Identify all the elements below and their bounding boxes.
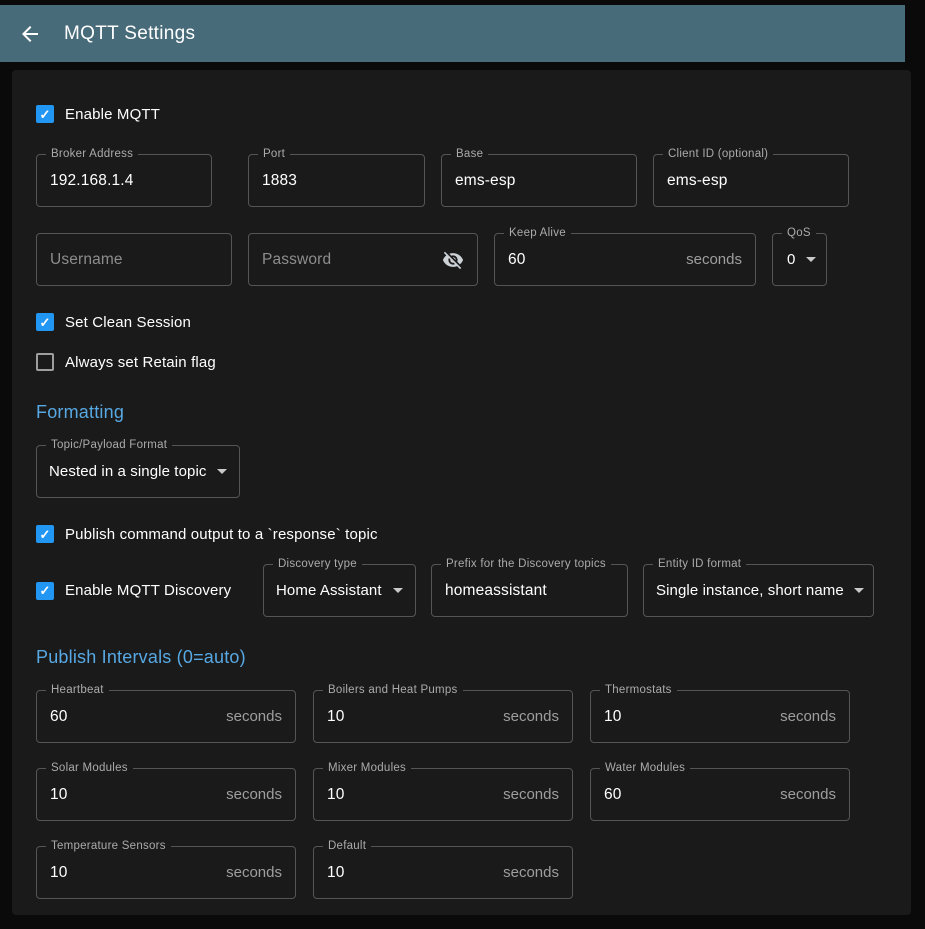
checkbox-icon bbox=[36, 582, 54, 600]
keep-alive-input[interactable] bbox=[508, 251, 678, 269]
publish-intervals-grid: Heartbeat seconds Boilers and Heat Pumps… bbox=[36, 690, 887, 899]
unit-suffix: seconds bbox=[503, 786, 559, 803]
selected-value: Single instance, short name bbox=[656, 582, 844, 599]
checkbox-label: Enable MQTT bbox=[65, 106, 160, 123]
interval-field-temperature-sensors: Temperature Sensors seconds bbox=[36, 846, 296, 899]
unit-suffix: seconds bbox=[780, 708, 836, 725]
app-bar: MQTT Settings bbox=[0, 5, 905, 62]
port-input[interactable] bbox=[262, 172, 411, 190]
field-label: Prefix for the Discovery topics bbox=[441, 558, 611, 570]
field-label: Entity ID format bbox=[653, 558, 746, 570]
entity-id-format-select[interactable]: Entity ID format Single instance, short … bbox=[643, 564, 874, 617]
enable-discovery-checkbox[interactable]: Enable MQTT Discovery bbox=[36, 581, 248, 601]
keep-alive-field: Keep Alive seconds bbox=[494, 233, 756, 286]
topic-format-select[interactable]: Topic/Payload Format Nested in a single … bbox=[36, 445, 240, 498]
interval-field-thermostats: Thermostats seconds bbox=[590, 690, 850, 743]
username-field bbox=[36, 233, 232, 286]
visibility-off-icon[interactable] bbox=[442, 249, 464, 271]
enable-mqtt-checkbox[interactable]: Enable MQTT bbox=[36, 104, 887, 124]
interval-field-mixer: Mixer Modules seconds bbox=[313, 768, 573, 821]
unit-suffix: seconds bbox=[686, 251, 742, 268]
checkbox-icon bbox=[36, 313, 54, 331]
interval-input-temperature-sensors[interactable] bbox=[50, 864, 218, 882]
port-field: Port bbox=[248, 154, 425, 207]
broker-fields-row: Broker Address Port Base Client ID (opti… bbox=[36, 154, 887, 207]
discovery-row: Enable MQTT Discovery Discovery type Hom… bbox=[36, 564, 887, 617]
checkbox-label: Always set Retain flag bbox=[65, 354, 216, 371]
username-input[interactable] bbox=[50, 251, 218, 269]
field-label: Water Modules bbox=[600, 762, 690, 774]
dropdown-arrow-icon bbox=[217, 469, 227, 474]
field-label: Topic/Payload Format bbox=[46, 439, 172, 451]
interval-field-solar: Solar Modules seconds bbox=[36, 768, 296, 821]
publish-response-checkbox[interactable]: Publish command output to a `response` t… bbox=[36, 524, 887, 544]
field-label: Client ID (optional) bbox=[663, 148, 773, 160]
field-label: Base bbox=[451, 148, 488, 160]
unit-suffix: seconds bbox=[226, 864, 282, 881]
interval-input-mixer[interactable] bbox=[327, 786, 495, 804]
field-label: QoS bbox=[782, 227, 816, 239]
selected-value: Home Assistant bbox=[276, 582, 382, 599]
section-heading-formatting: Formatting bbox=[36, 402, 887, 423]
field-label: Port bbox=[258, 148, 290, 160]
checkbox-label: Set Clean Session bbox=[65, 314, 191, 331]
interval-field-boilers: Boilers and Heat Pumps seconds bbox=[313, 690, 573, 743]
unit-suffix: seconds bbox=[226, 708, 282, 725]
field-label: Broker Address bbox=[46, 148, 138, 160]
field-label: Solar Modules bbox=[46, 762, 133, 774]
field-label: Keep Alive bbox=[504, 227, 571, 239]
dropdown-arrow-icon bbox=[806, 257, 816, 262]
retain-flag-checkbox[interactable]: Always set Retain flag bbox=[36, 352, 887, 372]
unit-suffix: seconds bbox=[780, 786, 836, 803]
field-label: Discovery type bbox=[273, 558, 362, 570]
interval-input-heartbeat[interactable] bbox=[50, 708, 218, 726]
base-input[interactable] bbox=[455, 172, 623, 190]
unit-suffix: seconds bbox=[226, 786, 282, 803]
topic-format-row: Topic/Payload Format Nested in a single … bbox=[36, 445, 887, 498]
broker-address-input[interactable] bbox=[50, 172, 198, 190]
interval-input-default[interactable] bbox=[327, 864, 495, 882]
dropdown-arrow-icon bbox=[393, 588, 403, 593]
qos-select[interactable]: QoS 0 bbox=[772, 233, 827, 286]
field-label: Default bbox=[323, 840, 371, 852]
checkbox-label: Publish command output to a `response` t… bbox=[65, 526, 378, 543]
page-title: MQTT Settings bbox=[64, 23, 195, 45]
discovery-prefix-field: Prefix for the Discovery topics bbox=[431, 564, 628, 617]
interval-input-thermostats[interactable] bbox=[604, 708, 772, 726]
checkbox-label: Enable MQTT Discovery bbox=[65, 582, 231, 599]
credentials-row: Keep Alive seconds QoS 0 bbox=[36, 233, 887, 286]
broker-address-field: Broker Address bbox=[36, 154, 212, 207]
clean-session-checkbox[interactable]: Set Clean Session bbox=[36, 312, 887, 332]
discovery-prefix-input[interactable] bbox=[445, 582, 614, 600]
interval-input-solar[interactable] bbox=[50, 786, 218, 804]
interval-field-water: Water Modules seconds bbox=[590, 768, 850, 821]
client-id-input[interactable] bbox=[667, 172, 835, 190]
interval-input-boilers[interactable] bbox=[327, 708, 495, 726]
mqtt-settings-card: Enable MQTT Broker Address Port Base Cli… bbox=[12, 70, 911, 915]
discovery-type-select[interactable]: Discovery type Home Assistant bbox=[263, 564, 416, 617]
checkbox-icon bbox=[36, 525, 54, 543]
field-label: Heartbeat bbox=[46, 684, 109, 696]
selected-value: Nested in a single topic bbox=[49, 463, 207, 480]
section-heading-publish-intervals: Publish Intervals (0=auto) bbox=[36, 647, 887, 668]
interval-field-default: Default seconds bbox=[313, 846, 573, 899]
unit-suffix: seconds bbox=[503, 864, 559, 881]
unit-suffix: seconds bbox=[503, 708, 559, 725]
interval-field-heartbeat: Heartbeat seconds bbox=[36, 690, 296, 743]
dropdown-arrow-icon bbox=[854, 588, 864, 593]
field-label: Boilers and Heat Pumps bbox=[323, 684, 463, 696]
back-arrow-icon[interactable] bbox=[18, 22, 42, 46]
field-label: Thermostats bbox=[600, 684, 677, 696]
field-label: Mixer Modules bbox=[323, 762, 411, 774]
password-input[interactable] bbox=[262, 251, 436, 269]
interval-input-water[interactable] bbox=[604, 786, 772, 804]
base-field: Base bbox=[441, 154, 637, 207]
checkbox-icon bbox=[36, 105, 54, 123]
field-label: Temperature Sensors bbox=[46, 840, 171, 852]
client-id-field: Client ID (optional) bbox=[653, 154, 849, 207]
checkbox-icon bbox=[36, 353, 54, 371]
password-field bbox=[248, 233, 478, 286]
selected-value: 0 bbox=[787, 251, 795, 268]
